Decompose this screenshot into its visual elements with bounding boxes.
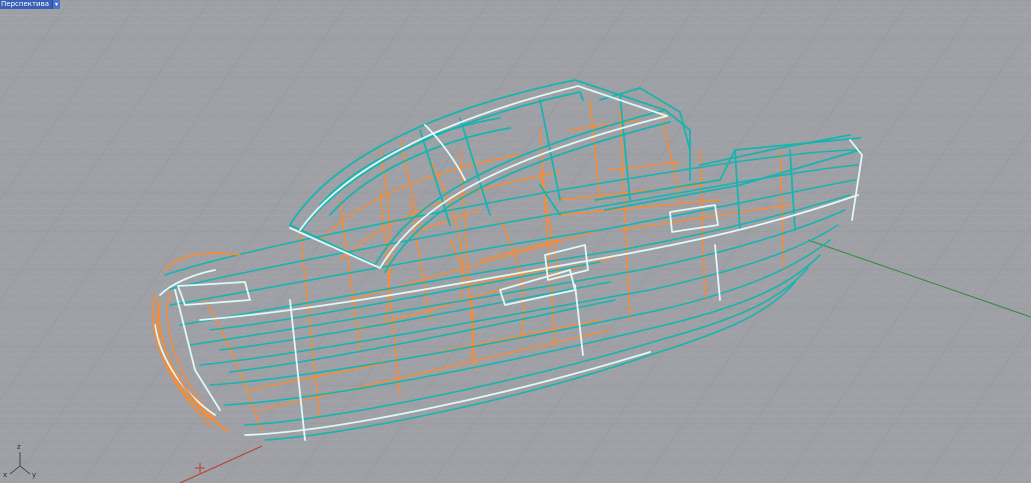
construction-grid (0, 0, 1031, 483)
axis-y-label: y (32, 471, 37, 479)
perspective-viewport[interactable]: Перспектива ▾ z x y (0, 0, 1031, 483)
viewport-title[interactable]: Перспектива (0, 0, 53, 9)
axis-x-label: x (3, 471, 8, 479)
viewport-title-tab[interactable]: Перспектива ▾ (0, 0, 61, 9)
axis-z-label: z (17, 443, 21, 451)
dropdown-arrow-icon[interactable]: ▾ (52, 0, 61, 9)
3d-scene[interactable] (0, 0, 1031, 483)
